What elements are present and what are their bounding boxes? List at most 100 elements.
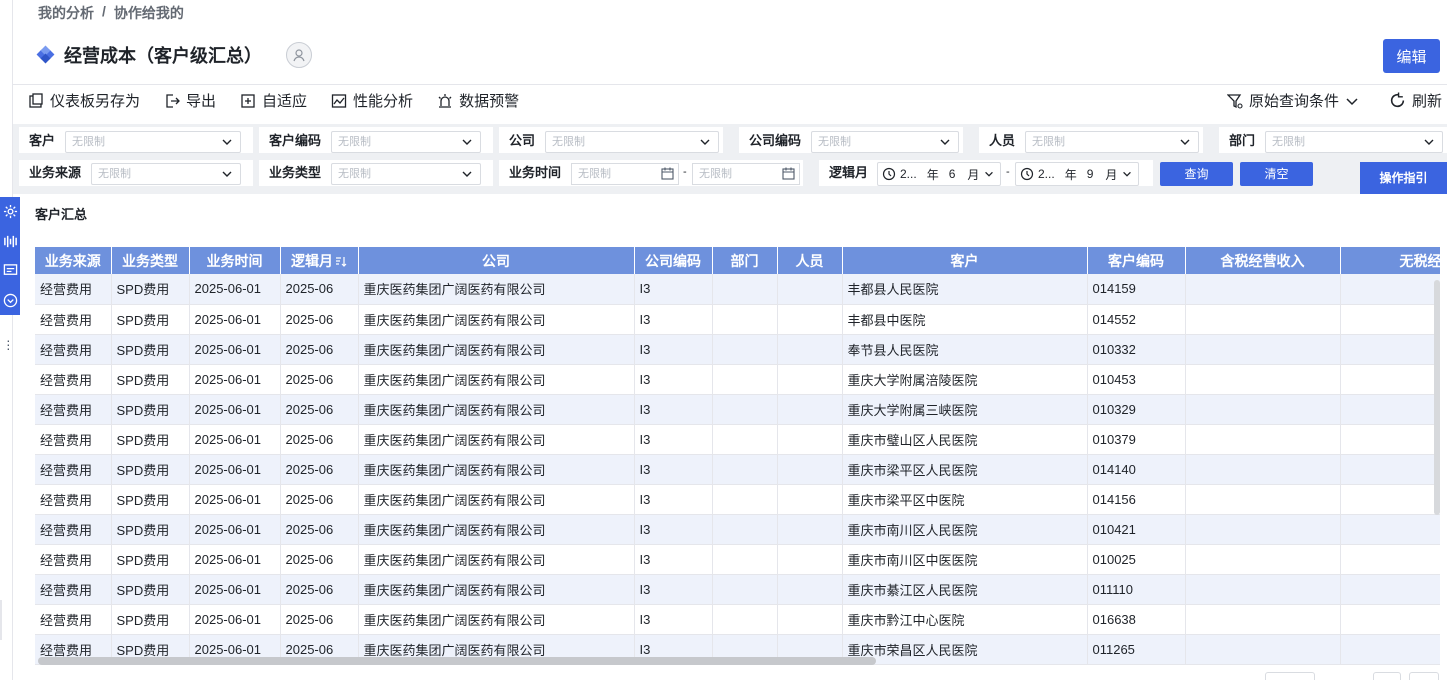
column-header[interactable]: 客户 bbox=[842, 247, 1088, 274]
table-cell: 2025-06 bbox=[280, 274, 359, 305]
column-header[interactable]: 业务来源 bbox=[35, 247, 112, 274]
column-header[interactable]: 无税经营 bbox=[1340, 247, 1440, 274]
table-row[interactable]: 经营费用 SPD费用 2025-06-01 2025-06 重庆医药集团广阔医药有限公司… bbox=[35, 574, 1440, 605]
sort-icon[interactable] bbox=[335, 255, 347, 267]
filter-label-biz-time: 业务时间 bbox=[509, 165, 562, 180]
table-row[interactable]: 经营费用 SPD费用 2025-06-01 2025-06 重庆医药集团广阔医药有限公司… bbox=[35, 334, 1440, 365]
table-row[interactable]: 经营费用 SPD费用 2025-06-01 2025-06 重庆医药集团广阔医药有限公司… bbox=[35, 274, 1440, 305]
table-row[interactable]: 经营费用 SPD费用 2025-06-01 2025-06 重庆医药集团广阔医药有限公司… bbox=[35, 454, 1440, 485]
table-cell bbox=[1340, 364, 1440, 395]
column-header[interactable]: 业务时间 bbox=[189, 247, 281, 274]
table-cell bbox=[1340, 304, 1440, 335]
staff-select[interactable]: 无限制 bbox=[1025, 131, 1199, 153]
table-cell: 经营费用 bbox=[35, 424, 112, 455]
export-button[interactable]: 导出 bbox=[164, 90, 216, 111]
table-cell bbox=[1185, 574, 1341, 605]
column-header[interactable]: 业务类型 bbox=[111, 247, 190, 274]
logic-month-start[interactable]: 2... 年 6 月 bbox=[877, 162, 1001, 186]
vertical-scrollbar[interactable] bbox=[1434, 280, 1440, 515]
breadcrumb-home[interactable]: 我的分析 bbox=[38, 3, 94, 23]
column-header[interactable]: 含税经营收入 bbox=[1185, 247, 1341, 274]
table-cell: 重庆医药集团广阔医药有限公司 bbox=[358, 454, 635, 485]
save-as-button[interactable]: 仪表板另存为 bbox=[28, 90, 140, 111]
table-row[interactable]: 经营费用 SPD费用 2025-06-01 2025-06 重庆医药集团广阔医药有限公司… bbox=[35, 484, 1440, 515]
table-cell: 2025-06 bbox=[280, 604, 359, 635]
biz-time-start-input[interactable]: 无限制 bbox=[571, 163, 679, 185]
table-cell bbox=[1185, 544, 1341, 575]
table-cell: SPD费用 bbox=[111, 484, 190, 515]
horizontal-scrollbar[interactable] bbox=[38, 657, 876, 665]
chevron-down-icon bbox=[222, 171, 232, 177]
table-row[interactable]: 经营费用 SPD费用 2025-06-01 2025-06 重庆医药集团广阔医药有限公司… bbox=[35, 604, 1440, 635]
pager-prev-button[interactable] bbox=[1373, 672, 1401, 680]
perf-analysis-button[interactable]: 性能分析 bbox=[331, 90, 413, 111]
query-button[interactable]: 查询 bbox=[1160, 162, 1233, 186]
orig-query-button[interactable]: 原始查询条件 bbox=[1227, 90, 1359, 111]
table-cell: 重庆医药集团广阔医药有限公司 bbox=[358, 514, 635, 545]
side-handle[interactable] bbox=[0, 600, 2, 640]
settings-gear-icon[interactable] bbox=[3, 204, 18, 219]
page-size-select[interactable] bbox=[1265, 672, 1315, 680]
dept-select[interactable]: 无限制 bbox=[1265, 131, 1443, 153]
table-cell: SPD费用 bbox=[111, 274, 190, 305]
more-vertical-icon[interactable]: · · · bbox=[6, 333, 11, 355]
table-cell: 2025-06 bbox=[280, 544, 359, 575]
table-cell bbox=[777, 514, 843, 545]
biz-type-select[interactable]: 无限制 bbox=[331, 163, 481, 185]
biz-time-end-input[interactable]: 无限制 bbox=[692, 163, 800, 185]
company-select[interactable]: 无限制 bbox=[545, 131, 719, 153]
company-code-select[interactable]: 无限制 bbox=[811, 131, 959, 153]
table-cell: I3 bbox=[634, 304, 713, 335]
chevron-down-icon bbox=[1424, 139, 1434, 145]
table-row[interactable]: 经营费用 SPD费用 2025-06-01 2025-06 重庆医药集团广阔医药有限公司… bbox=[35, 424, 1440, 455]
filter-label-company: 公司 bbox=[509, 133, 536, 148]
table-cell bbox=[777, 304, 843, 335]
table-cell: 2025-06 bbox=[280, 364, 359, 395]
column-header[interactable]: 人员 bbox=[777, 247, 843, 274]
biz-source-select[interactable]: 无限制 bbox=[91, 163, 241, 185]
table-row[interactable]: 经营费用 SPD费用 2025-06-01 2025-06 重庆医药集团广阔医药有限公司… bbox=[35, 364, 1440, 395]
table-cell: SPD费用 bbox=[111, 514, 190, 545]
table-cell bbox=[712, 424, 778, 455]
table-cell bbox=[1340, 544, 1440, 575]
column-header[interactable]: 部门 bbox=[712, 247, 778, 274]
table-cell: 014159 bbox=[1087, 274, 1186, 305]
edit-button[interactable]: 编辑 bbox=[1383, 39, 1440, 73]
table-cell: 经营费用 bbox=[35, 484, 112, 515]
clear-button[interactable]: 清空 bbox=[1240, 162, 1313, 186]
customer-select[interactable]: 无限制 bbox=[65, 131, 241, 153]
refresh-button[interactable]: 刷新 bbox=[1389, 90, 1442, 111]
check-circle-icon[interactable] bbox=[3, 293, 18, 308]
op-guide-button[interactable]: 操作指引 bbox=[1360, 162, 1447, 194]
side-tool-strip bbox=[0, 197, 20, 315]
table-cell bbox=[1340, 604, 1440, 635]
table-cell: I3 bbox=[634, 574, 713, 605]
table-cell: 2025-06 bbox=[280, 424, 359, 455]
table-row[interactable]: 经营费用 SPD费用 2025-06-01 2025-06 重庆医药集团广阔医药有限公司… bbox=[35, 514, 1440, 545]
breadcrumb-current[interactable]: 协作给我的 bbox=[114, 3, 184, 23]
data-alert-button[interactable]: 数据预警 bbox=[437, 90, 519, 111]
table-cell bbox=[712, 454, 778, 485]
table-row[interactable]: 经营费用 SPD费用 2025-06-01 2025-06 重庆医药集团广阔医药有限公司… bbox=[35, 544, 1440, 575]
column-header[interactable]: 公司 bbox=[358, 247, 635, 274]
column-header[interactable]: 公司编码 bbox=[634, 247, 713, 274]
logic-month-end[interactable]: 2... 年 9 月 bbox=[1015, 162, 1139, 186]
table-cell bbox=[712, 394, 778, 425]
column-header[interactable]: 逻辑月 bbox=[280, 247, 359, 274]
table-row[interactable]: 经营费用 SPD费用 2025-06-01 2025-06 重庆医药集团广阔医药有限公司… bbox=[35, 304, 1440, 335]
filter-label-customer: 客户 bbox=[29, 133, 56, 148]
table-cell: SPD费用 bbox=[111, 334, 190, 365]
customer-code-select[interactable]: 无限制 bbox=[331, 131, 481, 153]
table-cell: SPD费用 bbox=[111, 544, 190, 575]
pager-next-button[interactable] bbox=[1409, 672, 1439, 680]
table-cell: 2025-06-01 bbox=[189, 574, 281, 605]
bar-chart-icon[interactable] bbox=[3, 234, 18, 249]
collaborator-icon[interactable] bbox=[286, 42, 312, 68]
column-header[interactable]: 客户编码 bbox=[1087, 247, 1186, 274]
table-cell bbox=[1185, 514, 1341, 545]
adapt-button[interactable]: 自适应 bbox=[240, 90, 307, 111]
comment-icon[interactable] bbox=[3, 263, 18, 278]
table-row[interactable]: 经营费用 SPD费用 2025-06-01 2025-06 重庆医药集团广阔医药有限公司… bbox=[35, 394, 1440, 425]
table-cell: 010379 bbox=[1087, 424, 1186, 455]
table-cell: 2025-06-01 bbox=[189, 484, 281, 515]
